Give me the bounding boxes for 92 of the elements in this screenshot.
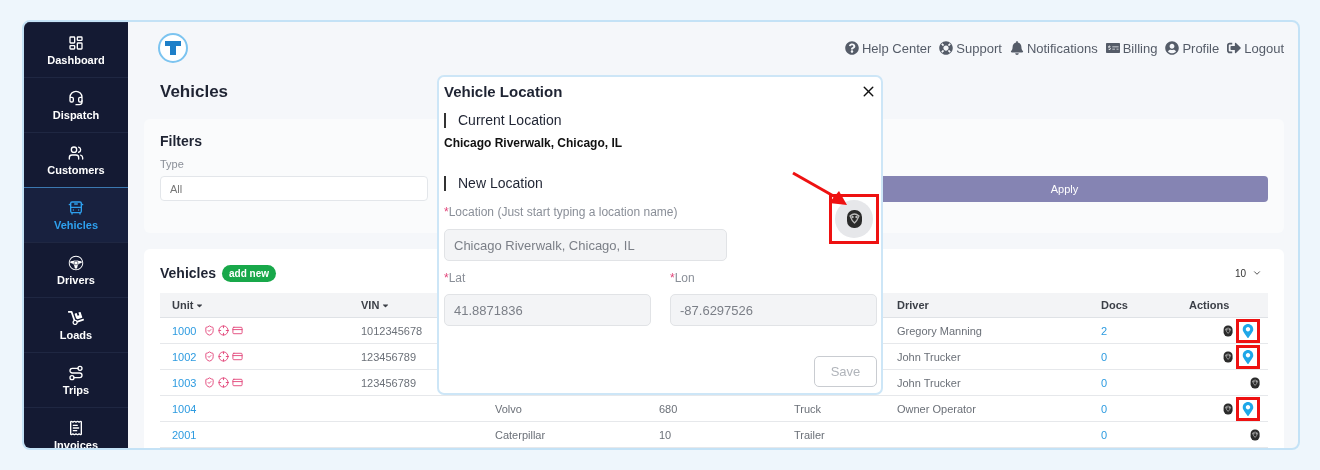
type-select[interactable]: All [160,176,428,201]
dashboard-icon [68,34,84,51]
table-cell: John Trucker [897,350,961,363]
page-title: Vehicles [160,82,229,102]
billing-card-icon [1105,41,1120,55]
docs-link[interactable]: 0 [1101,350,1108,363]
map-pin-icon [1241,349,1255,364]
owl-icon [1222,324,1233,337]
view-button[interactable] [1222,402,1233,415]
top-nav-link[interactable]: Profile [1165,40,1220,56]
docs-link[interactable]: 0 [1101,428,1108,441]
shield-icon [204,325,216,336]
location-label: *Location (Just start typing a location name) [444,205,679,219]
headset-icon [68,89,84,106]
docs-link[interactable]: 0 [1101,376,1108,389]
map-pin-icon [1241,323,1255,338]
sidebar-item[interactable]: Dispatch [24,77,128,132]
page-size-select[interactable]: 10 [1234,267,1268,279]
type-label: Type [160,158,184,170]
location-pin-button[interactable] [1236,344,1260,369]
table-cell: Volvo [495,402,522,415]
shield-icon [204,351,216,362]
top-nav-link[interactable]: Support [939,40,1002,56]
vehicles-title: Vehicles [160,265,217,281]
receipt-icon [68,419,84,436]
table-cell: 1012345678 [361,324,423,337]
help-icon [844,41,859,55]
column-header[interactable]: Docs [1101,299,1128,311]
docs-link[interactable]: 0 [1101,402,1108,415]
card-icon [232,377,244,388]
table-cell: 680 [659,402,678,415]
chevron-icon [1252,268,1262,278]
logout-icon [1227,41,1242,55]
dolly-icon [68,309,84,326]
crosshair-icon [218,377,230,388]
user-icon [1165,41,1180,55]
owl-icon [1222,350,1233,363]
lifebuoy-icon [939,41,954,55]
users-icon [68,144,84,161]
table-cell: 123456789 [361,376,417,389]
location-pin-button[interactable] [1236,318,1260,343]
view-button[interactable] [1222,324,1233,337]
view-button[interactable] [1249,428,1260,441]
sidebar-item[interactable]: Dashboard [24,22,128,77]
section-heading: Current Location [444,113,877,128]
table-cell: Truck [794,402,822,415]
view-button[interactable] [1222,350,1233,363]
column-header[interactable]: Actions [1189,299,1230,311]
top-nav-link[interactable]: Billing [1105,40,1158,56]
column-header[interactable]: Unit [172,299,194,311]
top-nav-link[interactable]: Notifications [1009,40,1098,56]
current-location-text: Chicago Riverwalk, Chicago, IL [444,136,624,150]
owl-icon [845,209,863,229]
docs-link[interactable]: 2 [1101,324,1108,337]
column-header[interactable]: Driver [897,299,929,311]
avatar-button[interactable] [835,200,873,238]
sidebar-item[interactable]: Vehicles [24,187,128,242]
card-icon [232,351,244,362]
table-cell: Trailer [794,428,825,441]
section-heading: New Location [444,176,727,191]
table-cell: 10 [659,428,672,441]
map-pin-icon [1241,401,1255,416]
location-pin-button[interactable] [1236,396,1260,421]
owl-icon [1249,428,1260,441]
route-icon [68,364,84,381]
sidebar-item[interactable]: Drivers [24,242,128,297]
view-button[interactable] [1249,376,1260,389]
bell-icon [1009,41,1024,55]
sidebar-item[interactable]: Trips [24,352,128,407]
table-cell: Gregory Manning [897,324,982,337]
table-cell: Caterpillar [495,428,546,441]
shield-icon [204,377,216,388]
crosshair-icon [218,325,230,336]
card-icon [232,325,244,336]
top-nav-link[interactable]: Logout [1227,40,1284,56]
table-cell: John Trucker [897,376,961,389]
table-cell: 123456789 [361,350,417,363]
sidebar-item[interactable]: Loads [24,297,128,352]
column-header[interactable]: VIN [361,299,380,311]
unit-link[interactable]: 1002 [172,350,197,363]
unit-link[interactable]: 1000 [172,324,197,337]
steering-wheel-icon [68,254,84,271]
top-nav-link[interactable]: Help Center [844,40,932,56]
sidebar-item[interactable]: Invoices [24,407,128,448]
owl-icon [1222,402,1233,415]
filters-title: Filters [160,133,202,149]
crosshair-icon [218,351,230,362]
owl-icon [1249,376,1260,389]
field-label: *Lat [444,271,467,285]
field-label: *Lon [670,271,696,285]
dialog-title: Vehicle Location [444,82,563,100]
table-cell: Owner Operator [897,402,976,415]
